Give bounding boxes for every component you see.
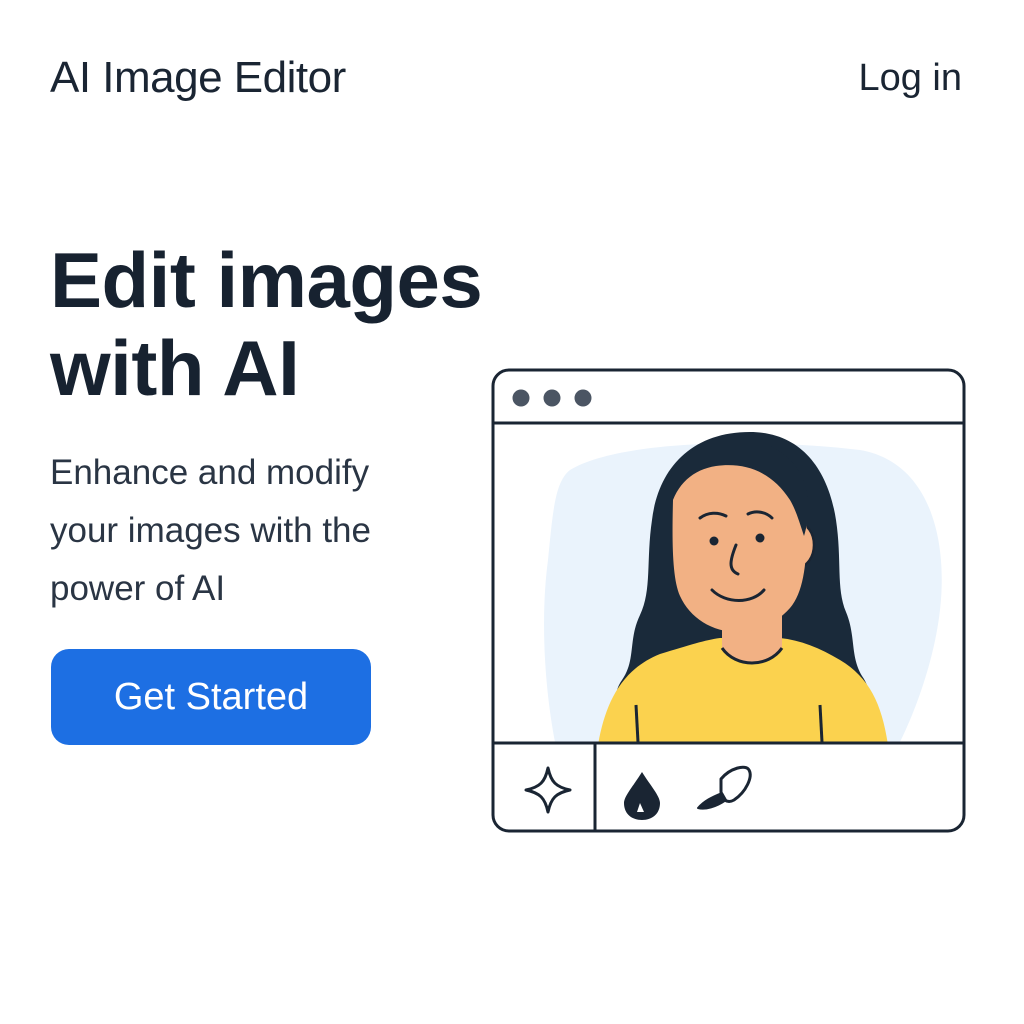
window-dot bbox=[574, 389, 592, 407]
eye bbox=[709, 536, 719, 546]
window-dot bbox=[512, 389, 530, 407]
window-dot bbox=[543, 389, 561, 407]
editor-window-illustration bbox=[491, 368, 966, 833]
window-controls bbox=[512, 389, 592, 407]
portrait-image bbox=[544, 432, 942, 743]
eye bbox=[755, 533, 765, 543]
